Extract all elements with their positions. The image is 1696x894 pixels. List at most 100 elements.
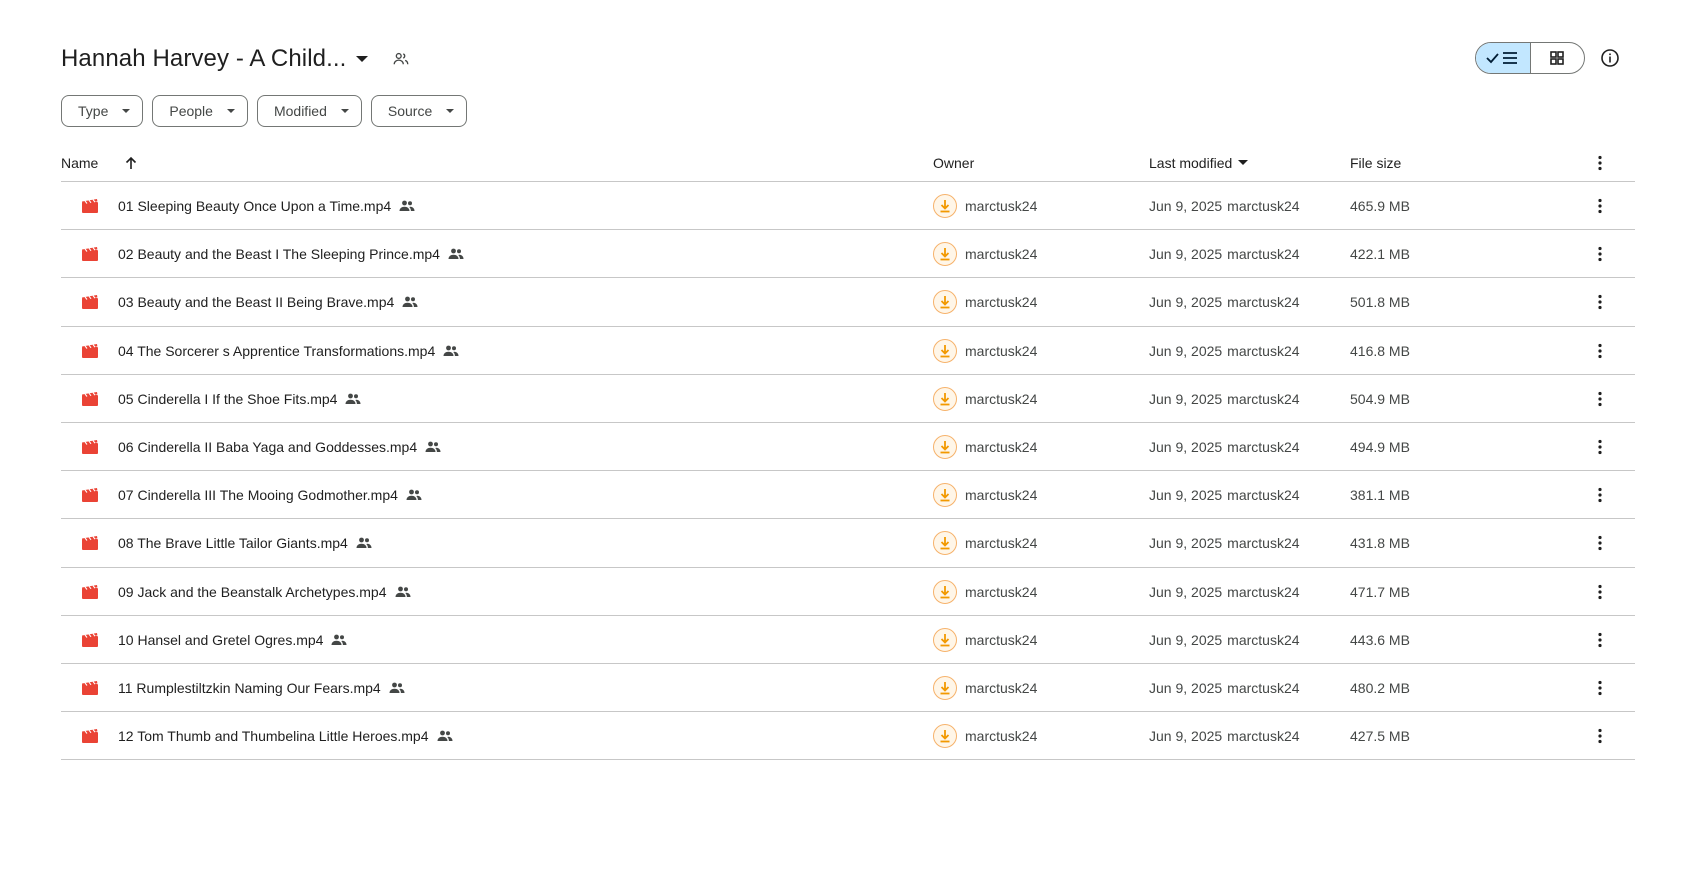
more-actions-icon[interactable] [1598, 230, 1602, 278]
owner-name: marctusk24 [965, 438, 1038, 455]
owner-avatar-icon [933, 724, 957, 749]
modified-by: marctusk24 [1227, 342, 1300, 359]
file-name[interactable]: 06 Cinderella II Baba Yaga and Goddesses… [118, 439, 417, 455]
video-file-icon [81, 375, 99, 423]
owner-avatar-icon [933, 290, 957, 315]
owner-name: marctusk24 [965, 246, 1038, 263]
column-options-icon[interactable] [1598, 155, 1602, 171]
file-name[interactable]: 01 Sleeping Beauty Once Upon a Time.mp4 [118, 198, 391, 214]
table-body: 01 Sleeping Beauty Once Upon a Time.mp4 … [61, 182, 1635, 862]
shared-people-icon [437, 730, 453, 742]
file-name[interactable]: 08 The Brave Little Tailor Giants.mp4 [118, 535, 348, 551]
shared-people-icon [402, 296, 418, 308]
shared-people-icon [399, 200, 415, 212]
file-size: 422.1 MB [1350, 246, 1410, 263]
modified-date: Jun 9, 2025 [1149, 631, 1223, 648]
file-size: 431.8 MB [1350, 535, 1410, 552]
table-row[interactable]: 12 Tom Thumb and Thumbelina Little Heroe… [61, 712, 1635, 761]
video-file-icon [81, 230, 99, 278]
modified-date: Jun 9, 2025 [1149, 728, 1223, 745]
table-row[interactable]: 10 Hansel and Gretel Ogres.mp4 marctusk2… [61, 616, 1635, 664]
owner-name: marctusk24 [965, 294, 1038, 311]
sort-ascending-icon[interactable] [123, 155, 139, 171]
more-actions-icon[interactable] [1598, 712, 1602, 760]
owner-name: marctusk24 [965, 487, 1038, 504]
file-name[interactable]: 10 Hansel and Gretel Ogres.mp4 [118, 632, 323, 648]
modified-by: marctusk24 [1227, 728, 1300, 745]
caret-down-icon [122, 109, 131, 113]
caret-down-icon [1238, 160, 1249, 165]
more-actions-icon[interactable] [1598, 423, 1602, 471]
file-name[interactable]: 04 The Sorcerer s Apprentice Transformat… [118, 343, 435, 359]
owner-avatar-icon [933, 579, 957, 604]
chevron-down-icon[interactable] [356, 56, 369, 62]
modified-date: Jun 9, 2025 [1149, 535, 1223, 552]
table-row[interactable]: 04 The Sorcerer s Apprentice Transformat… [61, 327, 1635, 375]
shared-people-icon [395, 586, 411, 598]
table-row[interactable]: 06 Cinderella II Baba Yaga and Goddesses… [61, 423, 1635, 472]
name-column-header[interactable]: Name [61, 155, 98, 171]
file-name[interactable]: 02 Beauty and the Beast I The Sleeping P… [118, 246, 440, 262]
file-name[interactable]: 12 Tom Thumb and Thumbelina Little Heroe… [118, 728, 429, 744]
owner-name: marctusk24 [965, 631, 1038, 648]
file-name[interactable]: 03 Beauty and the Beast II Being Brave.m… [118, 294, 394, 310]
modified-by: marctusk24 [1227, 631, 1300, 648]
table-row[interactable]: 08 The Brave Little Tailor Giants.mp4 ma… [61, 519, 1635, 568]
more-actions-icon[interactable] [1598, 278, 1602, 326]
file-name[interactable]: 05 Cinderella I If the Shoe Fits.mp4 [118, 391, 337, 407]
table-row[interactable]: 02 Beauty and the Beast I The Sleeping P… [61, 230, 1635, 279]
file-name[interactable]: 11 Rumplestiltzkin Naming Our Fears.mp4 [118, 680, 381, 696]
more-actions-icon[interactable] [1598, 568, 1602, 616]
modified-date: Jun 9, 2025 [1149, 198, 1223, 214]
more-actions-icon[interactable] [1598, 616, 1602, 664]
more-actions-icon[interactable] [1598, 471, 1602, 519]
source-filter-chip[interactable]: Source [370, 95, 468, 127]
more-actions-icon[interactable] [1598, 375, 1602, 423]
modified-by: marctusk24 [1227, 294, 1300, 311]
modified-date: Jun 9, 2025 [1149, 342, 1223, 359]
last-modified-column-header[interactable]: Last modified [1149, 155, 1249, 171]
video-file-icon [81, 568, 99, 616]
people-filter-chip[interactable]: People [152, 95, 248, 127]
table-row[interactable]: 05 Cinderella I If the Shoe Fits.mp4 mar… [61, 375, 1635, 423]
info-button[interactable] [1598, 46, 1622, 70]
modified-date: Jun 9, 2025 [1149, 583, 1223, 600]
filter-chips: Type People Modified Source [61, 95, 468, 127]
table-row[interactable]: 03 Beauty and the Beast II Being Brave.m… [61, 278, 1635, 327]
file-name[interactable]: 09 Jack and the Beanstalk Archetypes.mp4 [118, 584, 387, 600]
table-row[interactable]: 07 Cinderella III The Mooing Godmother.m… [61, 471, 1635, 520]
file-size: 494.9 MB [1350, 438, 1410, 455]
caret-down-icon [446, 109, 455, 113]
file-name[interactable]: 07 Cinderella III The Mooing Godmother.m… [118, 487, 398, 503]
table-row[interactable]: 01 Sleeping Beauty Once Upon a Time.mp4 … [61, 182, 1635, 231]
more-actions-icon[interactable] [1598, 664, 1602, 712]
folder-title[interactable]: Hannah Harvey - A Child... [61, 45, 346, 73]
info-icon [1601, 49, 1619, 67]
list-view-button[interactable] [1476, 43, 1531, 73]
table-row[interactable]: 09 Jack and the Beanstalk Archetypes.mp4… [61, 568, 1635, 616]
modified-by: marctusk24 [1227, 679, 1300, 696]
shared-folder-icon[interactable] [392, 50, 410, 68]
owner-name: marctusk24 [965, 342, 1038, 359]
video-file-icon [81, 182, 99, 230]
owner-avatar-icon [933, 242, 957, 267]
video-file-icon [81, 471, 99, 519]
type-filter-chip[interactable]: Type [61, 95, 144, 127]
table-row[interactable]: 11 Rumplestiltzkin Naming Our Fears.mp4 … [61, 664, 1635, 713]
file-size: 381.1 MB [1350, 487, 1410, 504]
shared-people-icon [425, 441, 441, 453]
video-file-icon [81, 664, 99, 712]
owner-avatar-icon [933, 627, 957, 652]
more-actions-icon[interactable] [1598, 519, 1602, 567]
file-size-column-header[interactable]: File size [1350, 155, 1401, 171]
more-actions-icon[interactable] [1598, 182, 1602, 230]
modified-filter-chip[interactable]: Modified [256, 95, 362, 127]
view-toggle [1475, 42, 1585, 74]
shared-people-icon [406, 489, 422, 501]
owner-column-header[interactable]: Owner [933, 155, 974, 171]
more-actions-icon[interactable] [1598, 327, 1602, 375]
video-file-icon [81, 712, 99, 760]
grid-view-button[interactable] [1531, 43, 1585, 73]
modified-by: marctusk24 [1227, 583, 1300, 600]
owner-name: marctusk24 [965, 198, 1038, 214]
